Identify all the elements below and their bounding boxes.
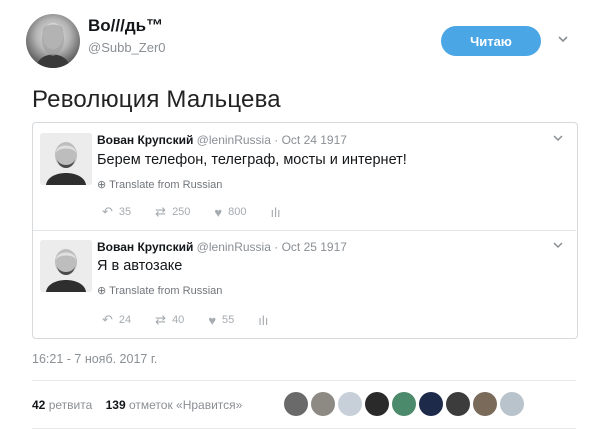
- translate-label: Translate from Russian: [109, 179, 223, 191]
- like-count: 55: [222, 314, 235, 326]
- quoted-tweet-actions: ↶ 24 ⇄ 40 ♥ 55 ılı: [102, 312, 298, 328]
- quoted-author-handle[interactable]: @leninRussia: [197, 133, 271, 147]
- translate-label: Translate from Russian: [109, 285, 223, 297]
- tweet-stats: 42 ретвита 139 отметок «Нравится»: [32, 398, 242, 412]
- quoted-tweet-actions: ↶ 35 ⇄ 250 ♥ 800 ılı: [102, 204, 311, 220]
- retweet-count: 40: [172, 314, 185, 326]
- like-button[interactable]: ♥ 55: [208, 313, 234, 328]
- reply-button[interactable]: ↶ 24: [102, 312, 131, 328]
- liker-avatars: [284, 392, 527, 416]
- retweet-count: 250: [172, 206, 191, 218]
- analytics-button[interactable]: ılı: [258, 313, 274, 328]
- reply-button[interactable]: ↶ 35: [102, 204, 131, 220]
- retweets-count: 42: [32, 398, 46, 412]
- retweets-label: ретвита: [48, 398, 93, 412]
- reply-icon: ↶: [102, 312, 113, 327]
- follow-button[interactable]: Читаю: [441, 26, 541, 56]
- liker-avatar[interactable]: [284, 392, 308, 416]
- likes-label: отметок «Нравится»: [128, 398, 243, 412]
- heart-icon: ♥: [214, 204, 223, 220]
- quoted-tweet-header: Вован Крупский @leninRussia · Oct 25 191…: [97, 240, 347, 254]
- quoted-author-avatar[interactable]: [40, 133, 92, 185]
- tweet-text: Революция Мальцева: [32, 86, 281, 113]
- quoted-author-avatar[interactable]: [40, 240, 92, 292]
- divider: [32, 380, 576, 381]
- liker-avatar[interactable]: [311, 392, 335, 416]
- author-avatar[interactable]: [26, 14, 80, 68]
- quote-divider: [33, 230, 576, 231]
- globe-icon: ⊕: [97, 285, 107, 297]
- quoted-tweet-date[interactable]: · Oct 24 1917: [274, 133, 347, 147]
- quoted-tweet-header: Вован Крупский @leninRussia · Oct 24 191…: [97, 133, 347, 147]
- like-button[interactable]: ♥ 800: [214, 205, 246, 220]
- quoted-tweet-text: Я в автозаке: [97, 258, 183, 274]
- retweet-button[interactable]: ⇄ 40: [155, 312, 184, 328]
- likes-stat[interactable]: 139 отметок «Нравится»: [106, 398, 243, 412]
- retweet-button[interactable]: ⇄ 250: [155, 204, 190, 220]
- retweet-icon: ⇄: [155, 312, 167, 327]
- retweet-icon: ⇄: [155, 204, 167, 219]
- bar-chart-icon: ılı: [258, 312, 269, 328]
- retweets-stat[interactable]: 42 ретвита: [32, 398, 92, 412]
- divider: [32, 428, 576, 429]
- liker-avatar[interactable]: [365, 392, 389, 416]
- liker-avatar[interactable]: [446, 392, 470, 416]
- author-handle[interactable]: @Subb_Zer0: [88, 40, 166, 55]
- translate-link[interactable]: ⊕ Translate from Russian: [97, 284, 222, 297]
- translate-link[interactable]: ⊕ Translate from Russian: [97, 178, 222, 191]
- heart-icon: ♥: [208, 312, 217, 328]
- liker-avatar[interactable]: [419, 392, 443, 416]
- chevron-down-icon[interactable]: [552, 239, 564, 253]
- quoted-tweet-text: Берем телефон, телеграф, мосты и интерне…: [97, 152, 407, 168]
- quoted-author-name[interactable]: Вован Крупский: [97, 133, 193, 147]
- liker-avatar[interactable]: [392, 392, 416, 416]
- reply-icon: ↶: [102, 204, 113, 219]
- quoted-tweet-date[interactable]: · Oct 25 1917: [274, 240, 347, 254]
- bar-chart-icon: ılı: [270, 204, 281, 220]
- reply-count: 35: [118, 206, 132, 218]
- reply-count: 24: [118, 314, 132, 326]
- liker-avatar[interactable]: [338, 392, 362, 416]
- quoted-author-handle[interactable]: @leninRussia: [197, 240, 271, 254]
- analytics-button[interactable]: ılı: [271, 205, 287, 220]
- liker-avatar[interactable]: [473, 392, 497, 416]
- chevron-down-icon[interactable]: [552, 132, 564, 146]
- likes-count: 139: [105, 398, 126, 412]
- quoted-author-name[interactable]: Вован Крупский: [97, 240, 193, 254]
- author-display-name[interactable]: Во///дь™: [88, 16, 163, 36]
- tweet-timestamp[interactable]: 16:21 - 7 нояб. 2017 г.: [32, 352, 157, 366]
- liker-avatar[interactable]: [500, 392, 524, 416]
- globe-icon: ⊕: [97, 179, 107, 191]
- like-count: 800: [228, 206, 247, 218]
- chevron-down-icon[interactable]: [556, 32, 570, 46]
